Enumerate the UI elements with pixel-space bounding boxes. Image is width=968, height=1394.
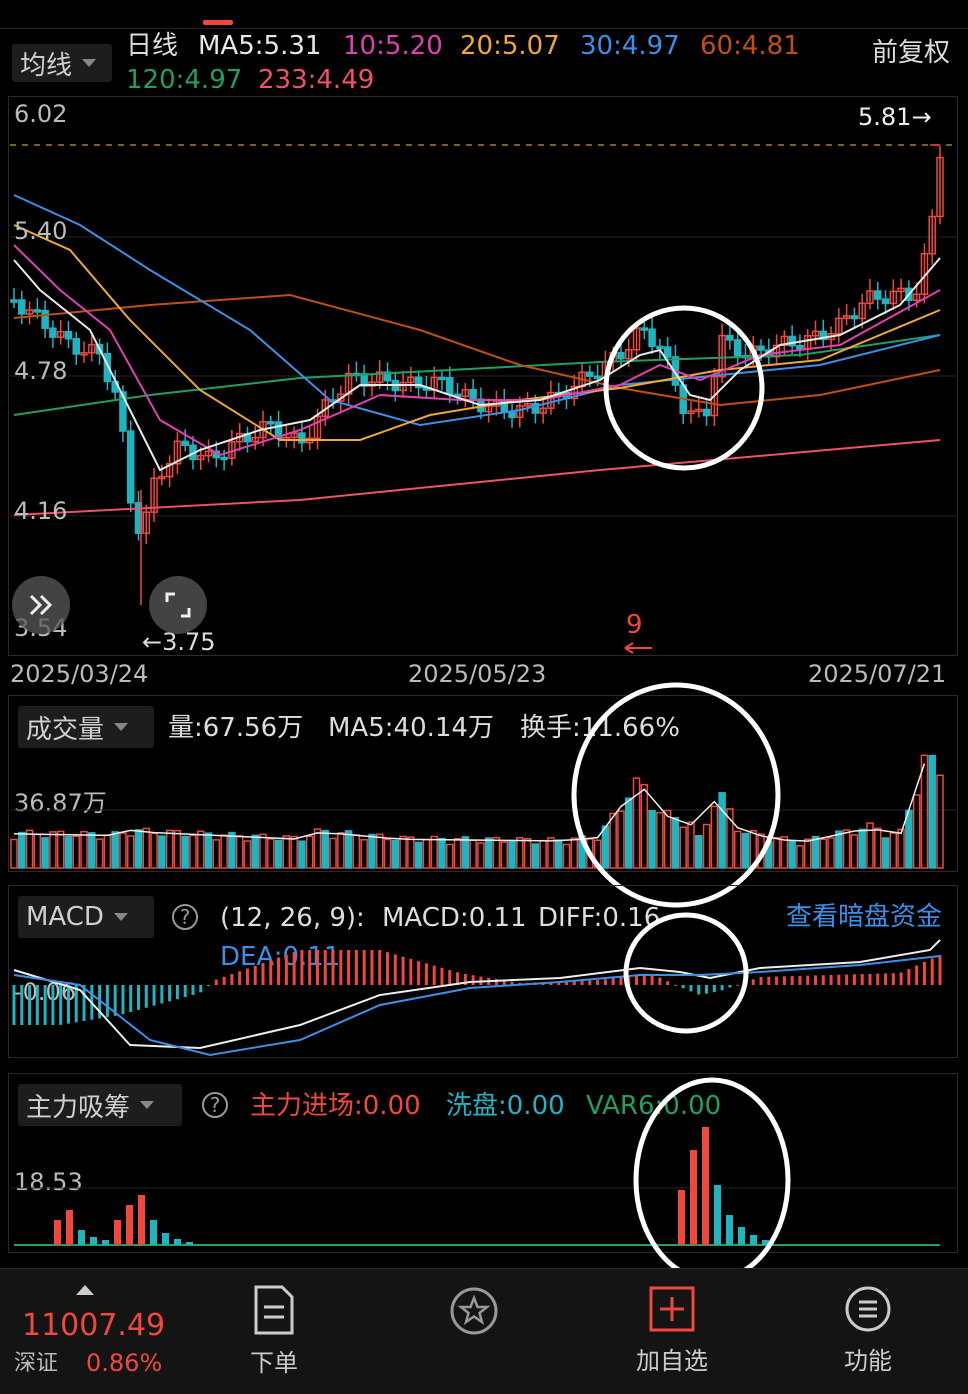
- fund-bar: [126, 1205, 133, 1245]
- fund-bar: [702, 1127, 709, 1245]
- menu-icon: [845, 1286, 891, 1332]
- index-name: 深证: [14, 1351, 59, 1376]
- fund-bar: [186, 1242, 193, 1245]
- fund-chart-svg: [10, 1077, 958, 1280]
- fund-bar: [114, 1220, 121, 1245]
- nav-add-watchlist-label: 加自选: [636, 1347, 708, 1375]
- fund-bar: [690, 1150, 697, 1245]
- fund-bar: [714, 1185, 721, 1245]
- fund-bar: [138, 1195, 145, 1245]
- fund-bar: [162, 1233, 169, 1245]
- fund-bar: [726, 1215, 733, 1245]
- index-value: 11007.49: [22, 1308, 166, 1343]
- fund-bar: [150, 1220, 157, 1245]
- fund-bars: [54, 1127, 769, 1245]
- fund-bar: [90, 1237, 97, 1245]
- up-arrow-icon: [76, 1285, 94, 1295]
- fund-bar: [174, 1239, 181, 1245]
- index-ticker[interactable]: 11007.49 深证 0.86%: [10, 1285, 170, 1385]
- order-doc-icon: [254, 1285, 294, 1335]
- fund-bar: [78, 1230, 85, 1245]
- fund-bar: [750, 1235, 757, 1245]
- star-badge-icon: [450, 1287, 498, 1335]
- nav-order-label: 下单: [250, 1349, 298, 1377]
- add-watchlist-icon: [649, 1286, 695, 1332]
- fund-bar: [66, 1210, 73, 1245]
- annotation-circle-fund: [633, 1077, 791, 1280]
- fund-bar: [738, 1227, 745, 1245]
- fund-bar: [678, 1190, 685, 1245]
- fund-bar: [54, 1220, 61, 1245]
- nav-order[interactable]: 下单: [214, 1285, 334, 1378]
- nav-functions[interactable]: 功能: [808, 1285, 928, 1376]
- nav-functions-label: 功能: [844, 1347, 892, 1375]
- nav-center[interactable]: [414, 1285, 534, 1345]
- fund-bar: [102, 1240, 109, 1245]
- nav-add-watchlist[interactable]: 加自选: [612, 1285, 732, 1376]
- index-change: 0.86%: [86, 1349, 163, 1377]
